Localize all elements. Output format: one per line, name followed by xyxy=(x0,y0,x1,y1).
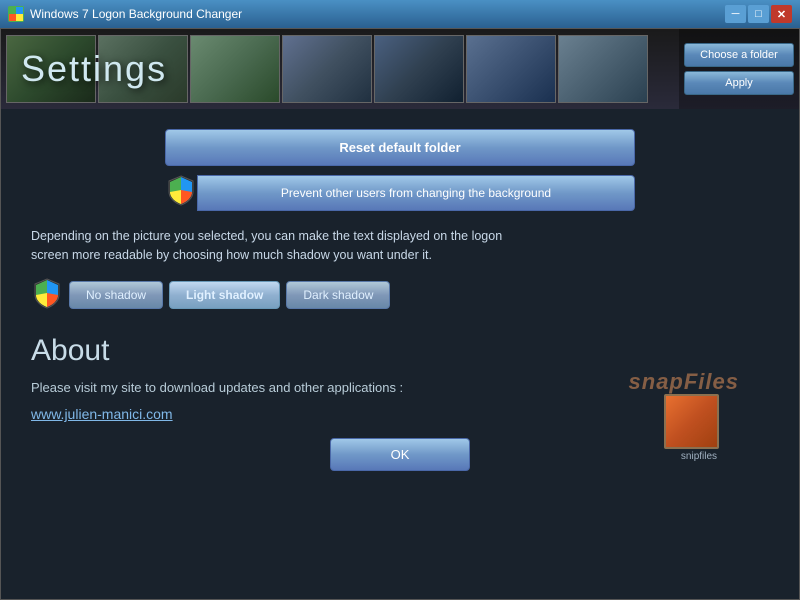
snapfiles-watermark: snapFiles xyxy=(629,369,739,395)
dark-shadow-button[interactable]: Dark shadow xyxy=(286,281,390,309)
snapfiles-text: snapFiles xyxy=(629,369,739,394)
shield-icon-shadow xyxy=(31,277,63,314)
minimize-button[interactable]: ─ xyxy=(725,5,746,23)
settings-label-overlay: Settings xyxy=(1,29,651,109)
main-window: Settings Choose a folder Apply Reset def… xyxy=(0,28,800,600)
choose-folder-button[interactable]: Choose a folder xyxy=(684,43,794,67)
reset-default-folder-button[interactable]: Reset default folder xyxy=(165,129,635,166)
shadow-description: Depending on the picture you selected, y… xyxy=(31,227,541,265)
maximize-button[interactable]: □ xyxy=(748,5,769,23)
ok-button[interactable]: OK xyxy=(330,438,471,471)
light-shadow-button[interactable]: Light shadow xyxy=(169,281,280,309)
about-link[interactable]: www.julien-manici.com xyxy=(31,406,769,422)
bg-strip: Settings Choose a folder Apply xyxy=(1,29,799,109)
about-text: Please visit my site to download updates… xyxy=(31,378,541,399)
about-title: About xyxy=(31,334,769,368)
no-shadow-button[interactable]: No shadow xyxy=(69,281,163,309)
prevent-btn-row: Prevent other users from changing the ba… xyxy=(165,174,635,211)
apply-button[interactable]: Apply xyxy=(684,71,794,95)
shadow-options-row: No shadow Light shadow Dark shadow xyxy=(31,277,769,314)
right-sidebar: Choose a folder Apply xyxy=(679,29,799,109)
page-title: Settings xyxy=(21,48,167,90)
app-icon xyxy=(8,6,24,22)
shield-icon-prevent xyxy=(165,174,197,211)
title-bar: Windows 7 Logon Background Changer ─ □ ✕ xyxy=(0,0,800,28)
content-area: Reset default folder Prevent other users… xyxy=(1,109,799,599)
close-button[interactable]: ✕ xyxy=(771,5,792,23)
snipfiles-label: snipfiles xyxy=(659,451,739,462)
snipfiles-icon xyxy=(664,394,719,449)
prevent-users-button[interactable]: Prevent other users from changing the ba… xyxy=(197,175,635,211)
window-controls: ─ □ ✕ xyxy=(725,5,792,23)
window-title: Windows 7 Logon Background Changer xyxy=(30,7,725,21)
